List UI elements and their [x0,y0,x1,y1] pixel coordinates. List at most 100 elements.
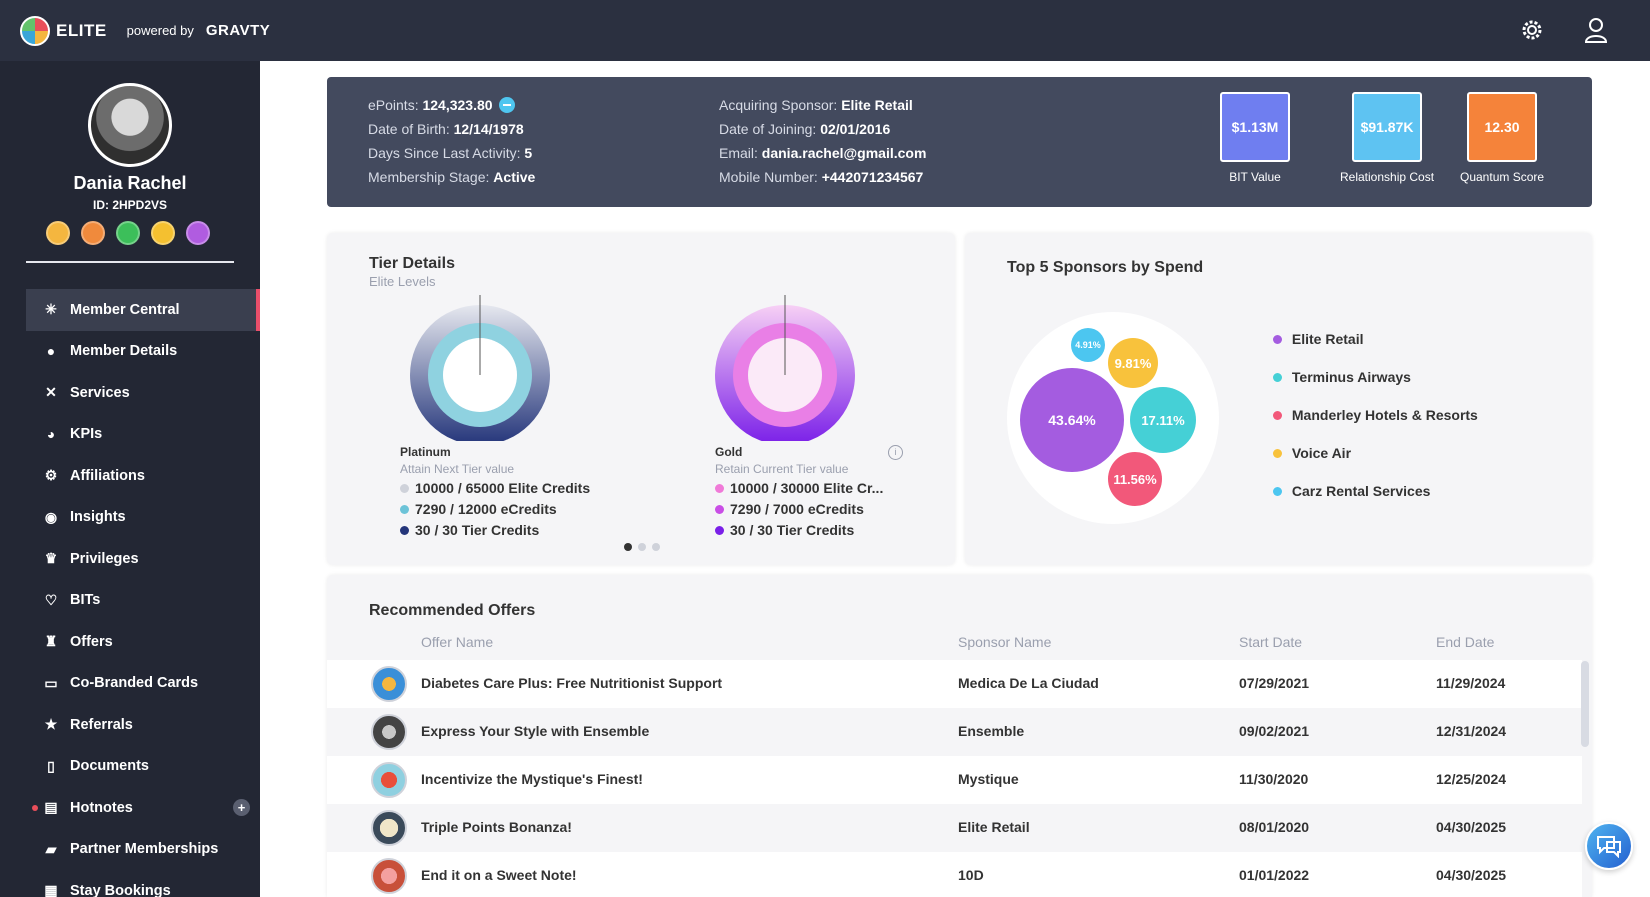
sidebar-item-co-branded-cards[interactable]: ▭ Co-Branded Cards [26,663,260,705]
badge-icon [186,221,210,245]
card-icon: ▭ [44,674,58,691]
sidebar-item-insights[interactable]: ◉ Insights [26,497,260,539]
sponsor-bubble-chart: 43.64% 17.11% 11.56% 9.81% 4.91% [1007,312,1219,524]
person-icon: ● [46,343,56,360]
legend-dot [715,484,724,493]
pager-dot[interactable] [624,543,632,551]
sidebar-item-referrals[interactable]: ★ Referrals [26,704,260,746]
kpi-bit-value[interactable]: $1.13M BIT Value [1220,92,1290,184]
legend-dot [1273,487,1282,496]
tools-icon: ✕ [45,384,57,401]
minus-circle-icon[interactable] [498,97,515,113]
membership-stage-value: Active [493,169,536,185]
chat-support-button[interactable] [1585,822,1633,870]
kpi-quantum-score[interactable]: 12.30 Quantum Score [1460,92,1544,184]
sidebar-item-bits[interactable]: ♡ BITs [26,580,260,622]
sponsor-name: Elite Retail [958,819,1030,835]
badge-icon [116,221,140,245]
top-sponsors-card: Top 5 Sponsors by Spend 43.64% 17.11% 11… [965,233,1592,565]
heart-pulse-icon: ♡ [44,591,58,608]
sidebar-item-label: Privileges [70,550,139,567]
sidebar-item-privileges[interactable]: ♛ Privileges [26,538,260,580]
sidebar-item-member-central[interactable]: ✳ Member Central [26,289,260,331]
sidebar-item-documents[interactable]: ▯ Documents [26,746,260,788]
sidebar-item-hotnotes[interactable]: ▤ Hotnotes + [26,787,260,829]
table-row[interactable]: End it on a Sweet Note! 10D 01/01/2022 0… [327,852,1582,897]
gold-stat: 30 / 30 Tier Credits [715,522,854,538]
bubble-label: 11.56% [1113,472,1157,487]
gear-icon: ⚙ [44,467,58,484]
legend-item-terminus-airways: Terminus Airways [1273,369,1411,385]
column-header-sponsor-name[interactable]: Sponsor Name [958,634,1051,650]
offer-name: Diabetes Care Plus: Free Nutritionist Su… [421,675,723,691]
sidebar: Dania Rachel ID: 2HPD2VS ✳ Member Central… [0,61,260,897]
last-activity-value: 5 [524,145,533,161]
sidebar-item-label: Partner Memberships [70,841,219,858]
add-hotnote-button[interactable]: + [233,799,250,817]
sidebar-item-label: Offers [70,633,113,650]
end-date: 04/30/2025 [1436,867,1507,883]
mobile-label: Mobile Number: [719,169,818,185]
platinum-stat: 10000 / 65000 Elite Credits [400,480,590,496]
table-row[interactable]: Express Your Style with Ensemble Ensembl… [327,708,1582,756]
epoints-row: ePoints: 124,323.80 [368,93,535,117]
chat-bubble-icon [1597,836,1621,858]
email-value: dania.rachel@gmail.com [761,145,927,161]
table-row[interactable]: Diabetes Care Plus: Free Nutritionist Su… [327,660,1582,708]
pager-dot[interactable] [652,543,660,551]
info-icon[interactable]: i [888,445,903,460]
offer-thumbnail [371,666,407,702]
user-profile-icon[interactable] [1582,16,1610,44]
start-date: 11/30/2020 [1239,771,1309,787]
sidebar-item-label: Affiliations [70,467,145,484]
kpi-relationship-cost[interactable]: $91.87K Relationship Cost [1340,92,1434,184]
offers-scrollbar[interactable] [1581,661,1589,747]
sidebar-item-kpis[interactable]: ◕ KPIs [26,414,260,456]
membership-stage-label: Membership Stage: [368,169,490,185]
legend-label: Terminus Airways [1291,369,1411,385]
crown-icon: ♛ [44,550,58,567]
legend-item-manderley-hotels: Manderley Hotels & Resorts [1273,407,1478,423]
acquiring-sponsor-label: Acquiring Sponsor: [719,97,838,113]
sidebar-item-partner-memberships[interactable]: ▰ Partner Memberships [26,829,260,871]
stat-text: 10000 / 65000 Elite Credits [415,480,591,496]
table-row[interactable]: Incentivize the Mystique's Finest! Mysti… [327,756,1582,804]
partner-icon: ▰ [45,840,57,857]
sponsor-name: Mystique [958,771,1019,787]
column-header-end-date[interactable]: End Date [1436,634,1494,650]
offer-thumbnail [371,810,407,846]
sidebar-item-offers[interactable]: ♜ Offers [26,621,260,663]
column-header-offer-name[interactable]: Offer Name [421,634,493,650]
sidebar-divider [26,261,234,263]
legend-label: Voice Air [1291,445,1352,461]
sidebar-item-label: Insights [70,509,126,526]
end-date: 04/30/2025 [1436,819,1507,835]
last-activity-row: Days Since Last Activity: 5 [368,141,535,165]
platinum-stat: 30 / 30 Tier Credits [400,522,539,538]
platform-name: GRAVTY [205,22,271,39]
kpi-label: Relationship Cost [1340,170,1435,184]
member-id: ID: 2HPD2VS [92,198,168,212]
platinum-stat: 7290 / 12000 eCredits [400,501,557,517]
settings-gear-icon[interactable] [1518,16,1546,44]
sidebar-item-member-details[interactable]: ● Member Details [26,331,260,373]
notepad-icon: ▤ [44,799,58,816]
app-logo[interactable]: ELITE powered by GRAVTY [20,15,271,46]
table-row[interactable]: Triple Points Bonanza! Elite Retail 08/0… [327,804,1582,852]
sidebar-item-stay-bookings[interactable]: ▦ Stay Bookings [26,870,260,897]
end-date: 11/29/2024 [1436,675,1506,691]
sidebar-item-affiliations[interactable]: ⚙ Affiliations [26,455,260,497]
kpi-value-box: 12.30 [1467,92,1538,162]
legend-dot [715,505,724,514]
globe-logo-icon [20,15,50,46]
gold-stat: 7290 / 7000 eCredits [715,501,864,517]
column-header-start-date[interactable]: Start Date [1239,634,1302,650]
sidebar-item-services[interactable]: ✕ Services [26,372,260,414]
offer-name: Express Your Style with Ensemble [421,723,650,739]
legend-label: Manderley Hotels & Resorts [1291,407,1478,423]
start-date: 01/01/2022 [1239,867,1310,883]
sidebar-item-label: Stay Bookings [70,882,171,897]
sidebar-item-label: Member Central [70,301,180,318]
pager-dot[interactable] [638,543,646,551]
legend-dot [400,505,409,514]
